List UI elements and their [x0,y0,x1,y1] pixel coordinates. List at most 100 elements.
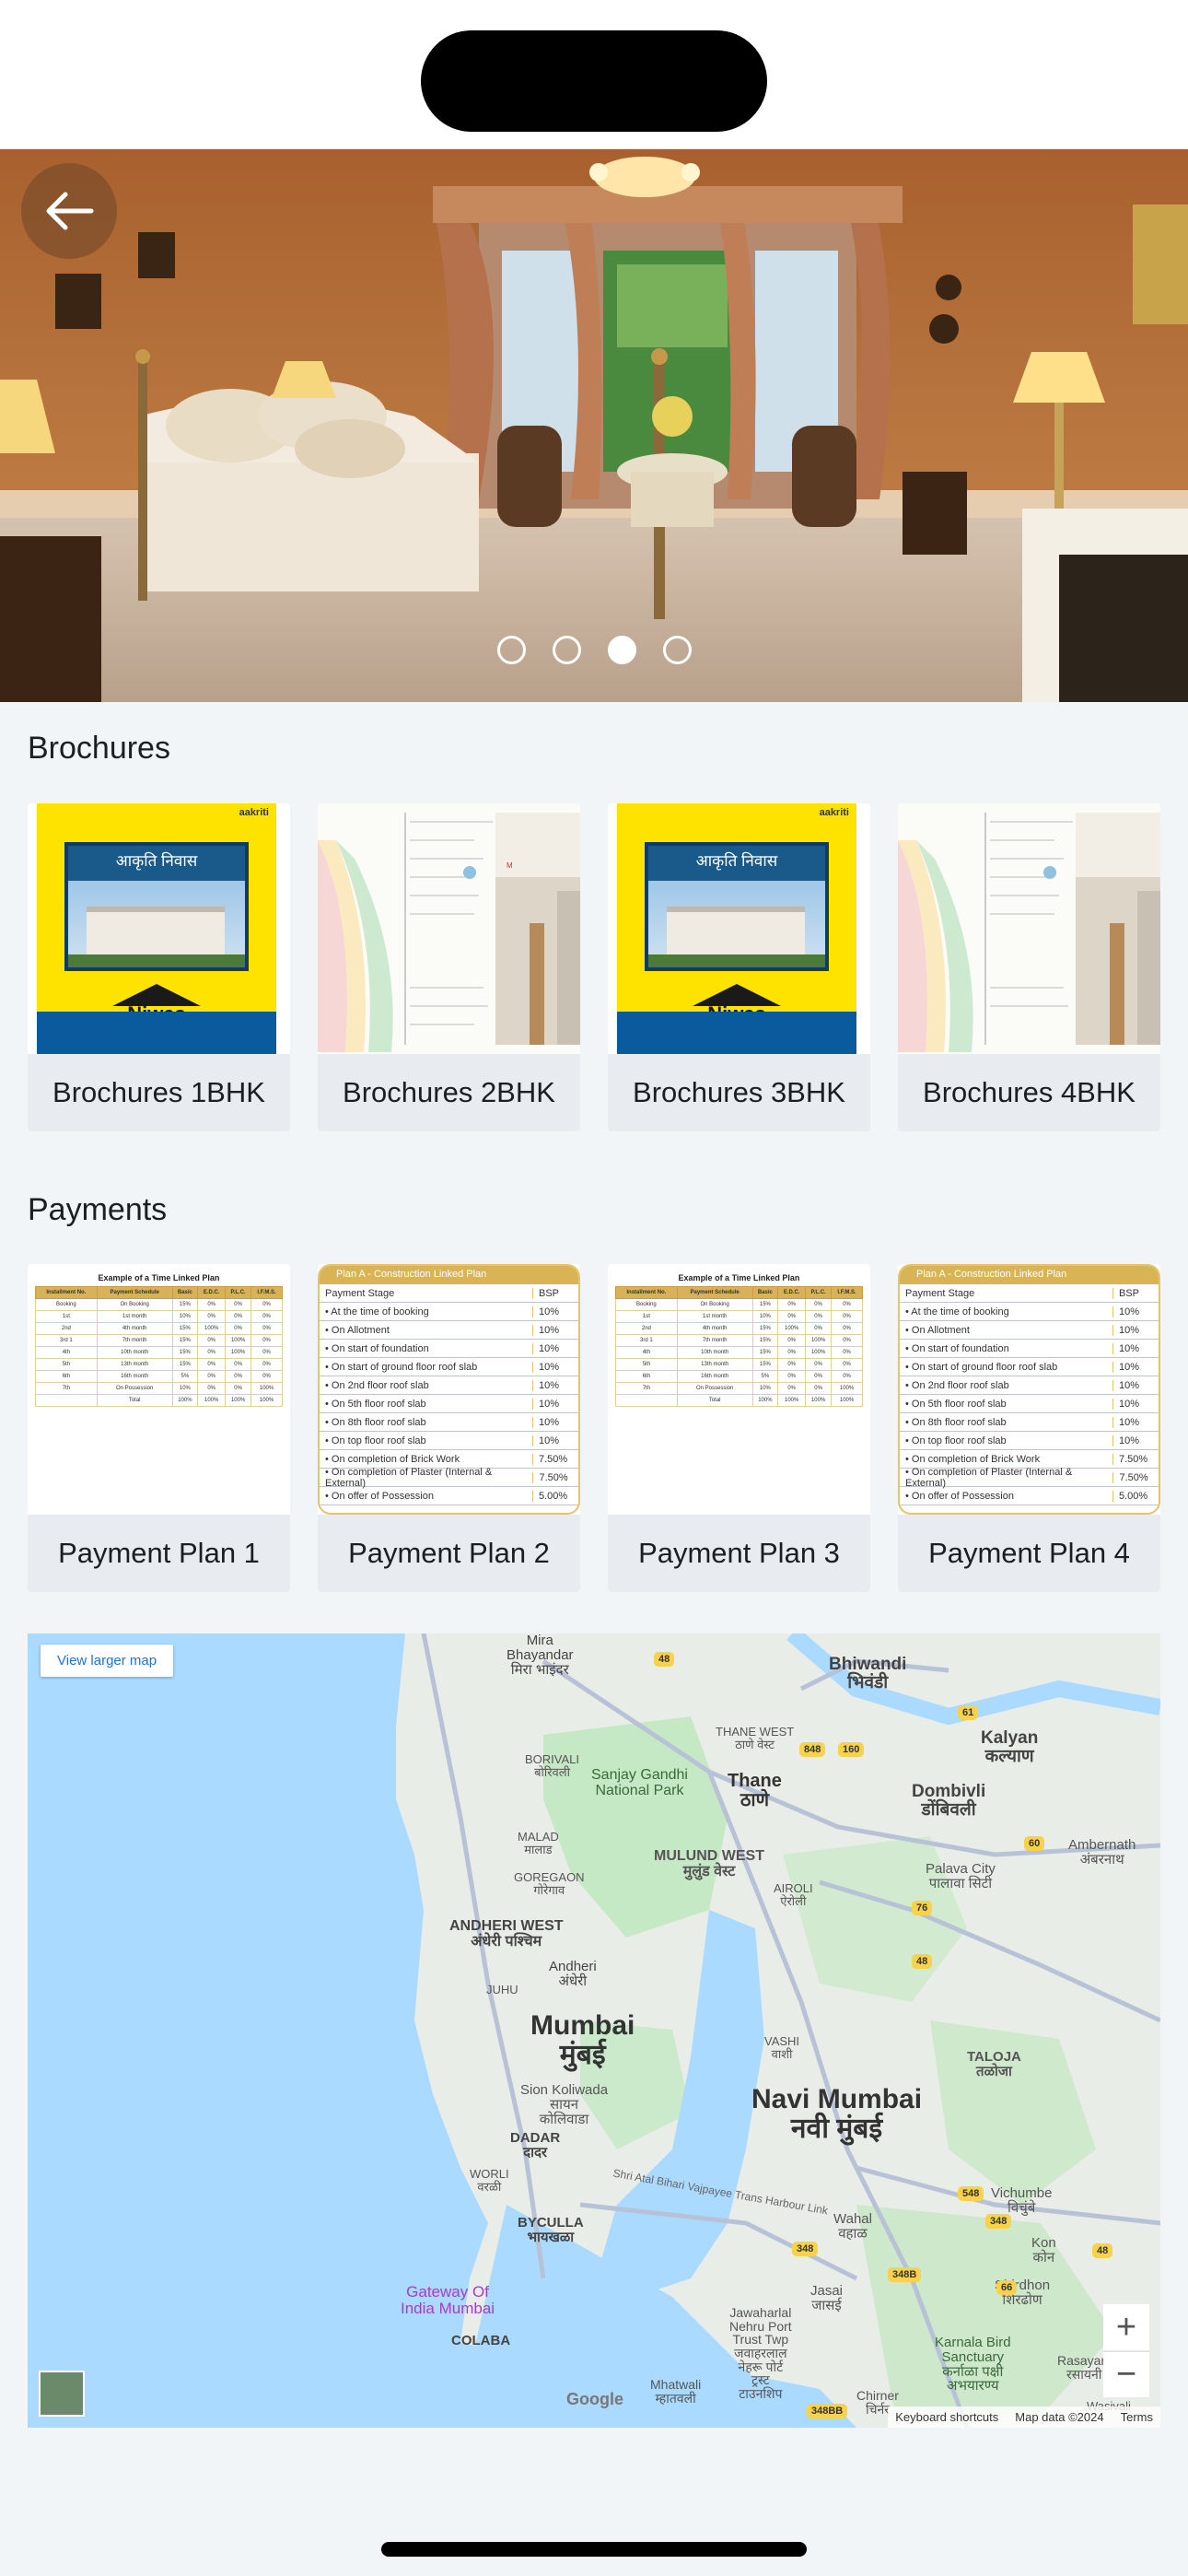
highway-shield: 348BB [807,2404,848,2418]
google-logo: Google [566,2390,623,2408]
cover-title: आकृति निवास [115,852,198,870]
map-label-ambernath: Ambernath अंबरनाथ [1068,1837,1136,1868]
table-header-cell: Payment Schedule [676,1286,753,1299]
brochure-thumbnail: aakriti आकृति निवास Niwas [608,803,870,1054]
brochure-card-3bhk[interactable]: aakriti आकृति निवास Niwas Brochures 3BHK [608,803,870,1131]
map-label-goregaon: GOREGAON गोरेगाव [514,1870,585,1897]
map-label-dadar: DADAR दादर [510,2130,561,2160]
table-row: 5th 13th month 15% 0% 0% 0% [615,1358,863,1371]
payment-plan-label: Payment Plan 4 [928,1537,1130,1569]
back-button[interactable] [21,163,117,259]
time-linked-plan-table: Example of a Time Linked Plan Installmen… [35,1273,283,1407]
plan-row: • On 5th floor roof slab 10% [320,1395,578,1413]
highway-shield: 348 [792,2242,819,2256]
table-header-cell: Installment No. [615,1286,678,1299]
table-header-cell: I.F.M.S. [250,1286,283,1299]
highway-shield: 548 [958,2186,984,2201]
map-label-gateway: Gateway Of India Mumbai [401,2283,495,2317]
brochure-thumbnail: aakriti आकृति निवास Niwas [28,803,290,1054]
map-label-sion: Sion Koliwada सायन कोलिवाडा [520,2082,609,2127]
brochure-card-2bhk[interactable]: M Brochures 2BHK [318,803,580,1131]
highway-shield: 48 [654,1652,675,1667]
view-larger-map-link[interactable]: View larger map [41,1645,174,1677]
brochures-list: aakriti आकृति निवास Niwas Brochures 1BHK [28,803,1160,1131]
plan-row: • On top floor roof slab 10% [900,1432,1159,1450]
map-label-wahal: Wahal वहाळ [833,2211,872,2242]
highway-shield: 160 [838,1742,865,1757]
map-label-kalyan: Kalyan कल्याण [981,1728,1039,1766]
map-label-sgnp: Sanjay Gandhi National Park [591,1767,688,1798]
plan-row: • On 8th floor roof slab 10% [320,1413,578,1432]
map-label-andheri: Andheri अंधेरी [549,1959,597,1989]
highway-shield: 348B [888,2267,922,2282]
brochure-card-1bhk[interactable]: aakriti आकृति निवास Niwas Brochures 1BHK [28,803,290,1131]
table-header-cell: E.D.C. [197,1286,227,1299]
zoom-out-button[interactable]: − [1103,2351,1149,2397]
plan-row: • On start of foundation 10% [900,1340,1159,1358]
plan-row: • On top floor roof slab 10% [320,1432,578,1450]
plan-row: • At the time of booking 10% [900,1303,1159,1321]
payment-plan-card-3[interactable]: Example of a Time Linked Plan Installmen… [608,1264,870,1592]
payment-plan-card-1[interactable]: Example of a Time Linked Plan Installmen… [28,1264,290,1592]
payment-plan-thumbnail: Example of a Time Linked Plan Installmen… [608,1264,870,1515]
table-row: 2nd 4th month 15% 100% 0% 0% [615,1322,863,1335]
map-label-vichumbe: Vichumbe विचुंबे [991,2185,1053,2216]
status-bar [0,0,1188,149]
plan-row: • On 8th floor roof slab 10% [900,1413,1159,1432]
map-label-airoli: AIROLI ऐरोली [774,1881,813,1908]
plan-row: • On 2nd floor roof slab 10% [320,1376,578,1395]
table-header-cell: I.F.M.S. [831,1286,863,1299]
map-label-thane: Thane ठाणे [728,1771,782,1810]
time-linked-plan-table: Example of a Time Linked Plan Installmen… [615,1273,863,1407]
map-label-jasai: Jasai जासई [810,2283,844,2313]
dynamic-island [421,30,767,132]
table-row: 1st 1st month 10% 0% 0% 0% [615,1310,863,1323]
payment-plan-label: Payment Plan 1 [58,1537,260,1569]
carousel-dots [0,636,1188,664]
table-row: 4th 10th month 15% 0% 100% 0% [615,1346,863,1359]
plan-row: • On start of foundation 10% [320,1340,578,1358]
terms-link[interactable]: Terms [1121,2410,1153,2424]
highway-shield: 48 [1092,2243,1113,2258]
payment-plan-card-4[interactable]: Plan A - Construction Linked Plan Paymen… [898,1264,1160,1592]
carousel-dot[interactable] [552,636,581,664]
table-row: 6th 16th month 5% 0% 0% 0% [35,1370,283,1383]
table-row: Total 100% 100% 100% 100% [35,1394,283,1407]
table-header-cell: Payment Schedule [96,1286,173,1299]
brochure-thumbnail: M [318,803,580,1054]
plan-row: • On start of ground floor roof slab 10% [900,1358,1159,1376]
brochure-thumbnail [898,803,1160,1054]
plan-row: • On start of ground floor roof slab 10% [320,1358,578,1376]
location-map[interactable]: View larger map Mira Bhayandar मिरा भाइंदर… [28,1633,1160,2428]
table-row: 7th On Possession 10% 0% 0% 100% [615,1382,863,1395]
table-row: 4th 10th month 15% 0% 100% 0% [35,1346,283,1359]
brochure-card-4bhk[interactable]: Brochures 4BHK [898,803,1160,1131]
keyboard-shortcuts-link[interactable]: Keyboard shortcuts [895,2410,998,2424]
map-label-juhu: JUHU [486,1983,518,1996]
minus-icon: − [1115,2355,1137,2394]
map-label-mhatwali: Mhatwali म्हातवली [650,2377,702,2406]
plan-row: • At the time of booking 10% [320,1303,578,1321]
plan-row: • On Allotment 10% [320,1321,578,1340]
cover-title: आकृति निवास [695,852,778,870]
map-label-borivali: BORIVALI बोरिवली [525,1752,580,1779]
hero-carousel[interactable] [0,149,1188,702]
brochures-title: Brochures [28,731,170,766]
map-data-text: Map data ©2024 [1015,2410,1104,2424]
plan-row: • On 2nd floor roof slab 10% [900,1376,1159,1395]
table-row: 3rd 1 7th month 15% 0% 100% 0% [35,1334,283,1347]
payment-plan-card-2[interactable]: Plan A - Construction Linked Plan Paymen… [318,1264,580,1592]
map-label-palava: Palava City पालावा सिटी [926,1861,996,1891]
table-row: 3rd 1 7th month 15% 0% 100% 0% [615,1334,863,1347]
table-row: 1st 1st month 10% 0% 0% 0% [35,1310,283,1323]
carousel-dot-active[interactable] [607,636,636,664]
table-header-cell: Basic [171,1286,199,1299]
payment-plan-label: Payment Plan 3 [638,1537,840,1569]
table-header-cell: E.D.C. [777,1286,807,1299]
brand-text: aakriti [819,807,849,818]
carousel-dot[interactable] [662,636,692,664]
carousel-dot[interactable] [496,636,526,664]
street-view-pegman-icon[interactable] [39,2371,85,2417]
table-row: 7th On Possession 10% 0% 0% 100% [35,1382,283,1395]
zoom-in-button[interactable]: + [1103,2304,1149,2350]
